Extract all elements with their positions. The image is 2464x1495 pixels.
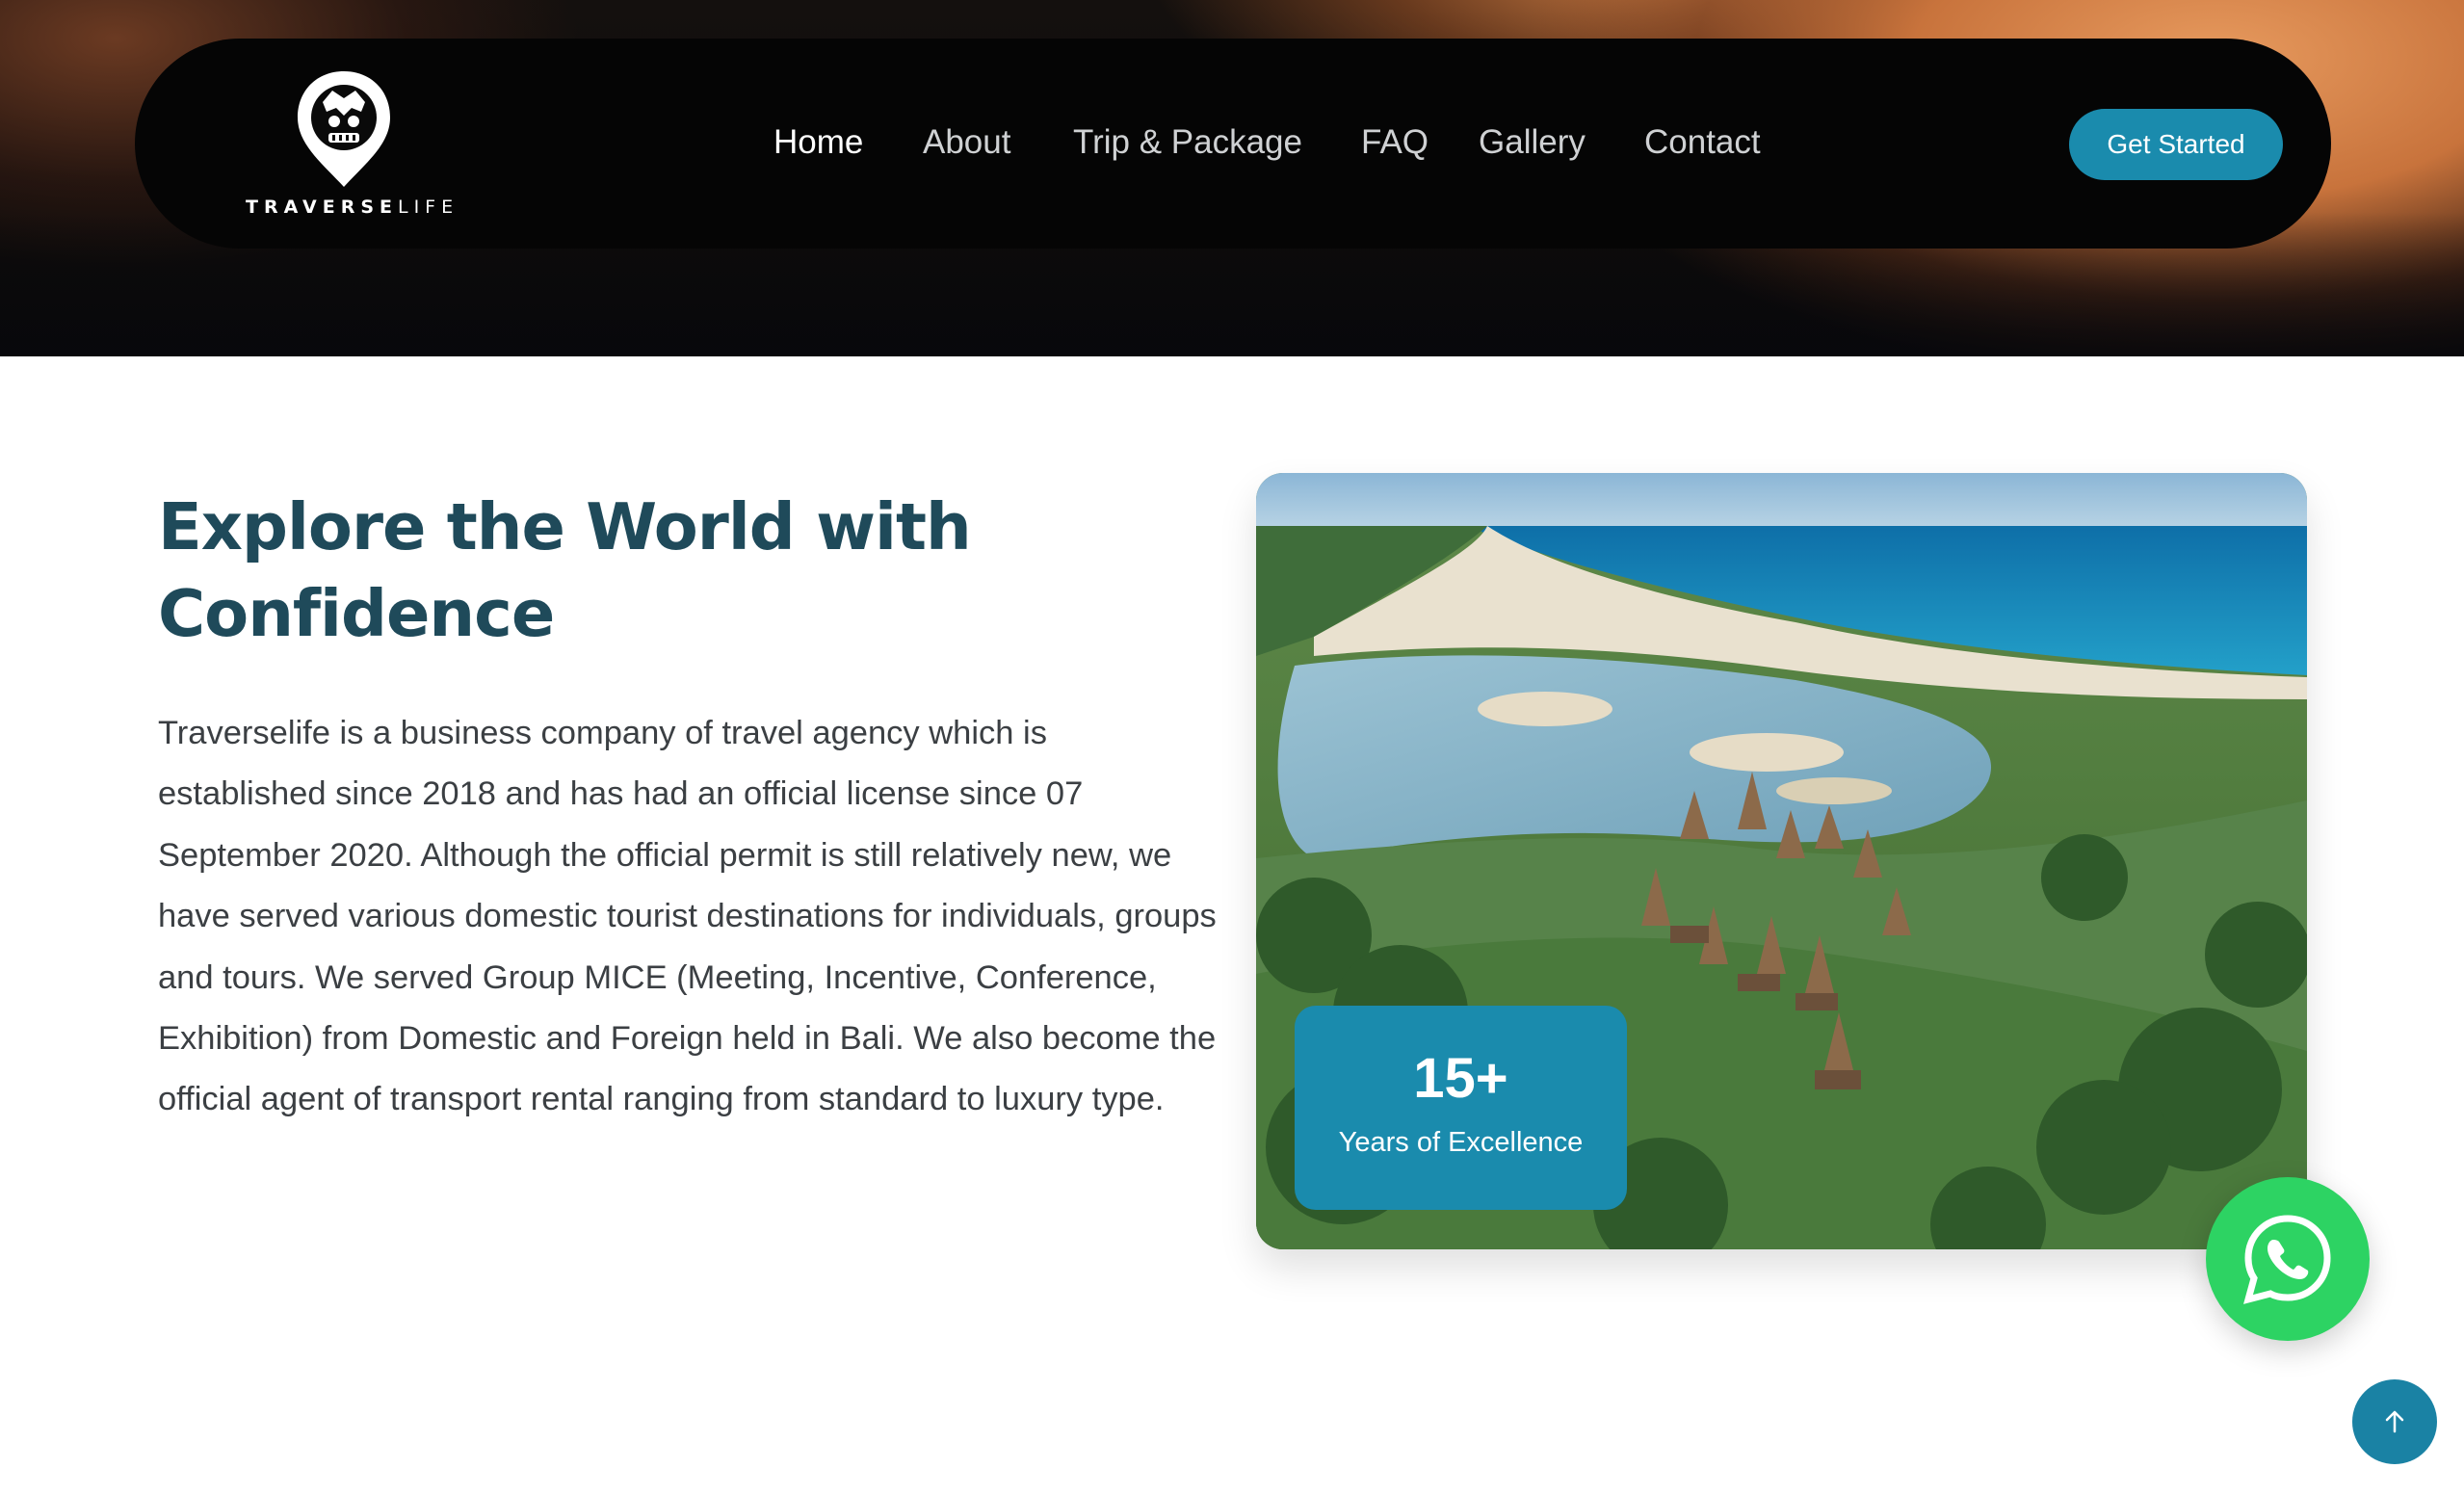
logo-mask-icon — [298, 71, 390, 187]
whatsapp-button[interactable] — [2206, 1177, 2370, 1341]
about-heading: Explore the World with Confidence — [158, 489, 972, 651]
scroll-top-button[interactable] — [2352, 1379, 2437, 1464]
nav-home[interactable]: Home — [773, 123, 863, 162]
brand-logo[interactable]: TRAVERSELIFE — [246, 69, 459, 223]
badge-label: Years of Excellence — [1338, 1127, 1584, 1158]
nav-about[interactable]: About — [923, 123, 1010, 162]
nav-gallery[interactable]: Gallery — [1479, 123, 1586, 162]
get-started-button[interactable]: Get Started — [2069, 109, 2283, 180]
logo-wordmark: TRAVERSELIFE — [246, 197, 459, 218]
badge-value: 15+ — [1413, 1047, 1508, 1110]
nav-contact[interactable]: Contact — [1644, 123, 1761, 162]
arrow-up-icon — [2385, 1410, 2404, 1433]
years-badge: 15+ Years of Excellence — [1295, 1006, 1627, 1210]
whatsapp-icon — [2243, 1215, 2331, 1304]
main-navbar: TRAVERSELIFE Home About Trip & Package F… — [135, 39, 2331, 249]
about-description: Traverselife is a business company of tr… — [158, 715, 1217, 1118]
nav-faq[interactable]: FAQ — [1361, 123, 1429, 162]
nav-trip-package[interactable]: Trip & Package — [1073, 123, 1302, 162]
